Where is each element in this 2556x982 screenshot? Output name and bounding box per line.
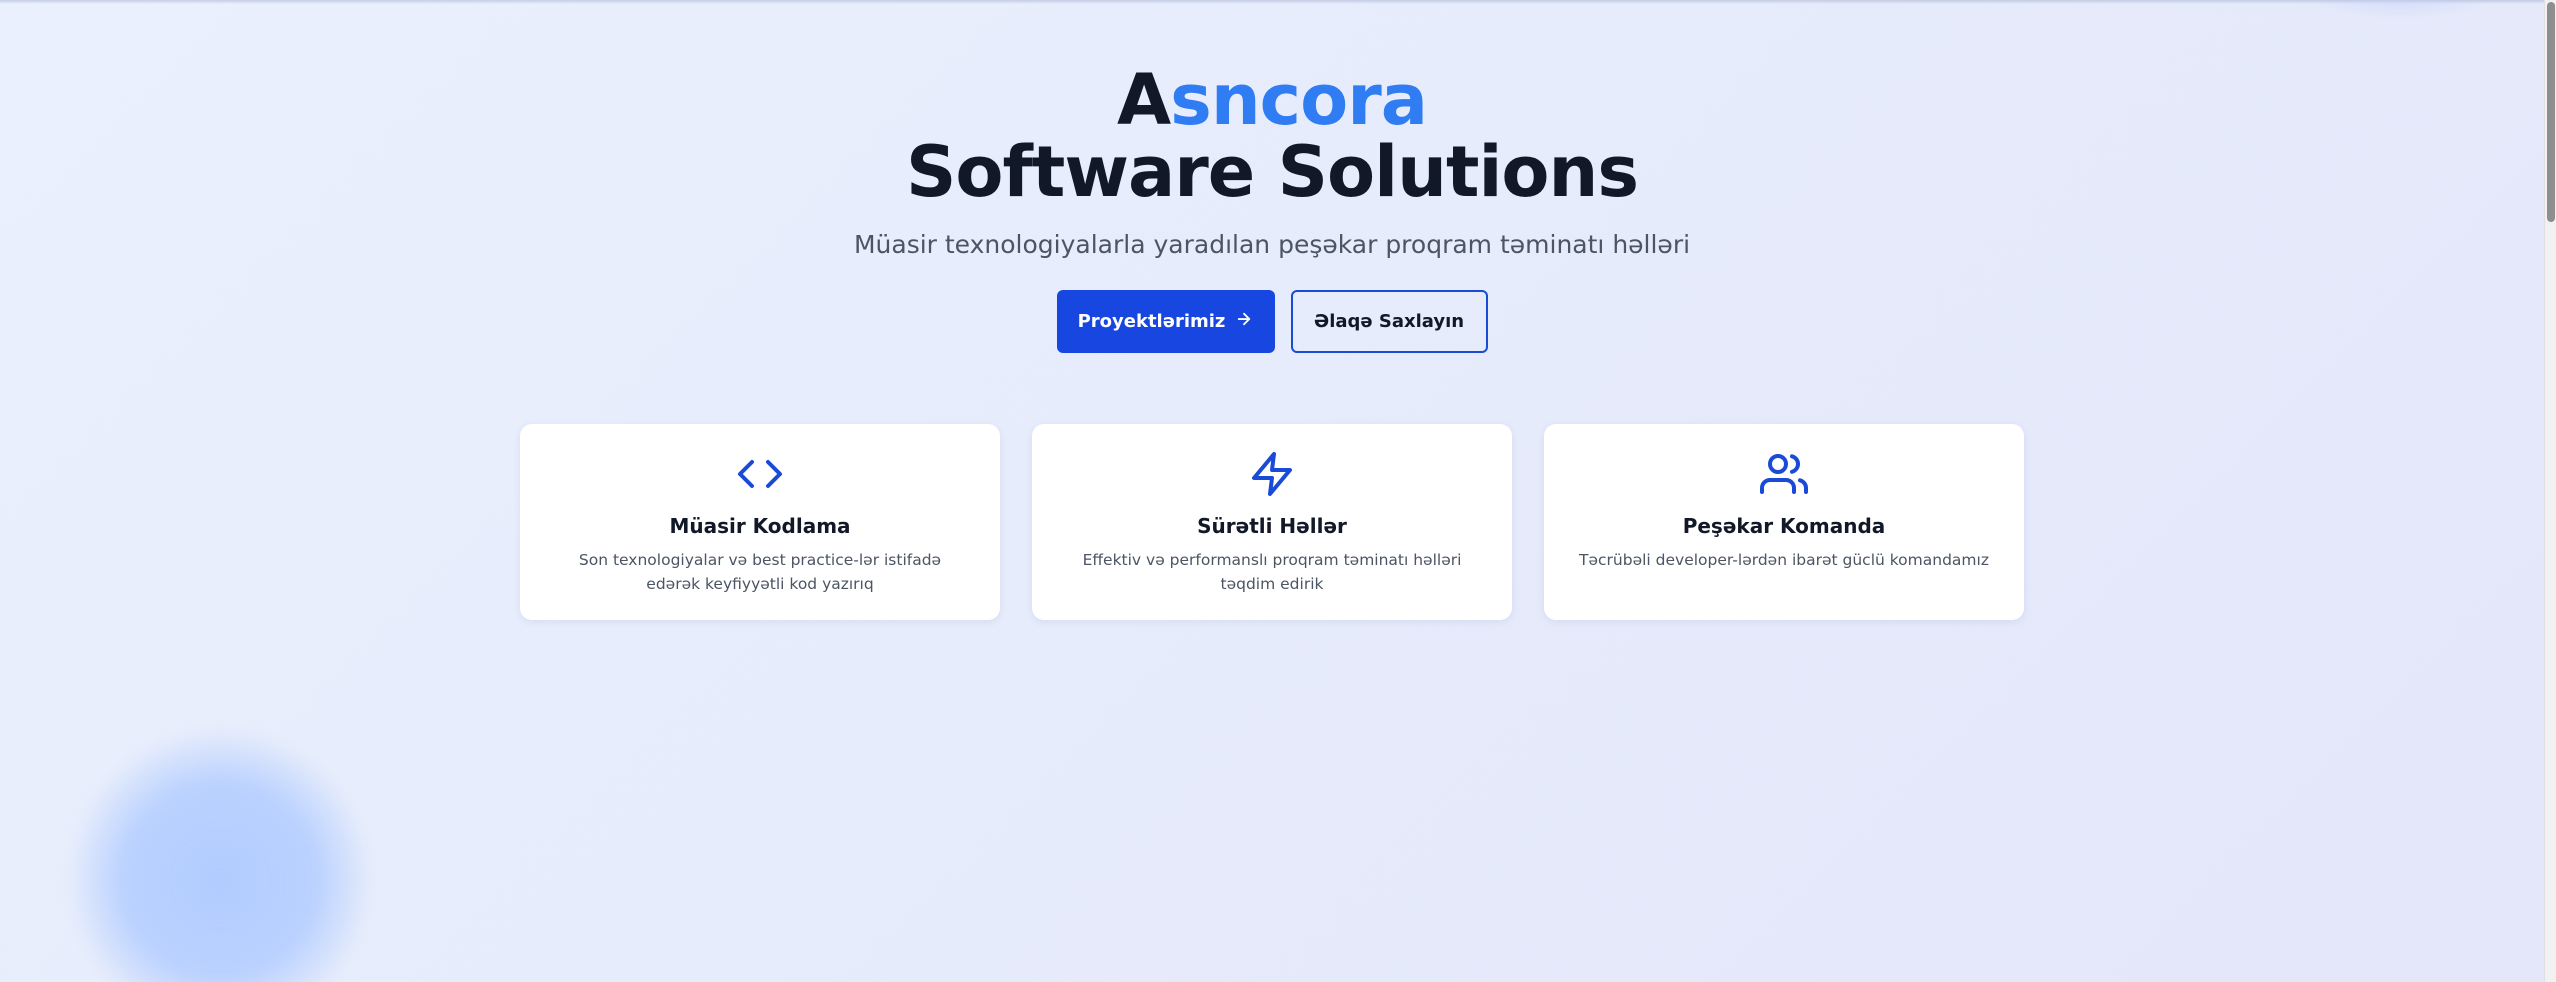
feature-description: Son texnologiyalar və best practice-lər …	[578, 551, 942, 593]
lightning-icon	[1032, 450, 1512, 498]
feature-description: Təcrübəli developer-lərdən ibarət güclü …	[1579, 551, 1989, 569]
feature-description: Effektiv və performanslı proqram təminat…	[1082, 551, 1462, 593]
code-icon	[520, 450, 1000, 498]
feature-title: Sürətli Həllər	[1197, 514, 1347, 538]
scrollbar-thumb[interactable]	[2547, 2, 2555, 222]
feature-card-team: Peşəkar Komanda Təcrübəli developer-lərd…	[1544, 424, 2024, 620]
projects-button-label: Proyektlərimiz	[1077, 311, 1226, 332]
users-icon	[1544, 450, 2024, 498]
contact-button-label: Əlaqə Saxlayın	[1313, 311, 1465, 332]
hero-section: Asncora Software Solutions Müasir texnol…	[0, 0, 2544, 353]
features-section: Müasir Kodlama Son texnologiyalar və bes…	[520, 424, 2024, 620]
decorative-blob	[70, 730, 370, 982]
title-accent: sncora	[1170, 59, 1428, 141]
contact-button[interactable]: Əlaqə Saxlayın	[1290, 290, 1488, 353]
arrow-right-icon	[1235, 310, 1253, 333]
feature-title: Peşəkar Komanda	[1682, 514, 1886, 538]
title-letter: A	[1116, 59, 1171, 141]
feature-title: Müasir Kodlama	[669, 514, 851, 538]
hero-title: Asncora Software Solutions	[0, 64, 2544, 208]
hero-subtitle: Müasir texnologiyalarla yaradılan peşəka…	[853, 230, 1691, 259]
title-line-2: Software Solutions	[905, 131, 1639, 213]
feature-card-coding: Müasir Kodlama Son texnologiyalar və bes…	[520, 424, 1000, 620]
vertical-scrollbar[interactable]	[2544, 0, 2556, 982]
projects-button[interactable]: Proyektlərimiz	[1056, 290, 1275, 353]
feature-card-speed: Sürətli Həllər Effektiv və performanslı …	[1032, 424, 1512, 620]
hero-actions: Proyektlərimiz Əlaqə Saxlayın	[0, 290, 2544, 353]
